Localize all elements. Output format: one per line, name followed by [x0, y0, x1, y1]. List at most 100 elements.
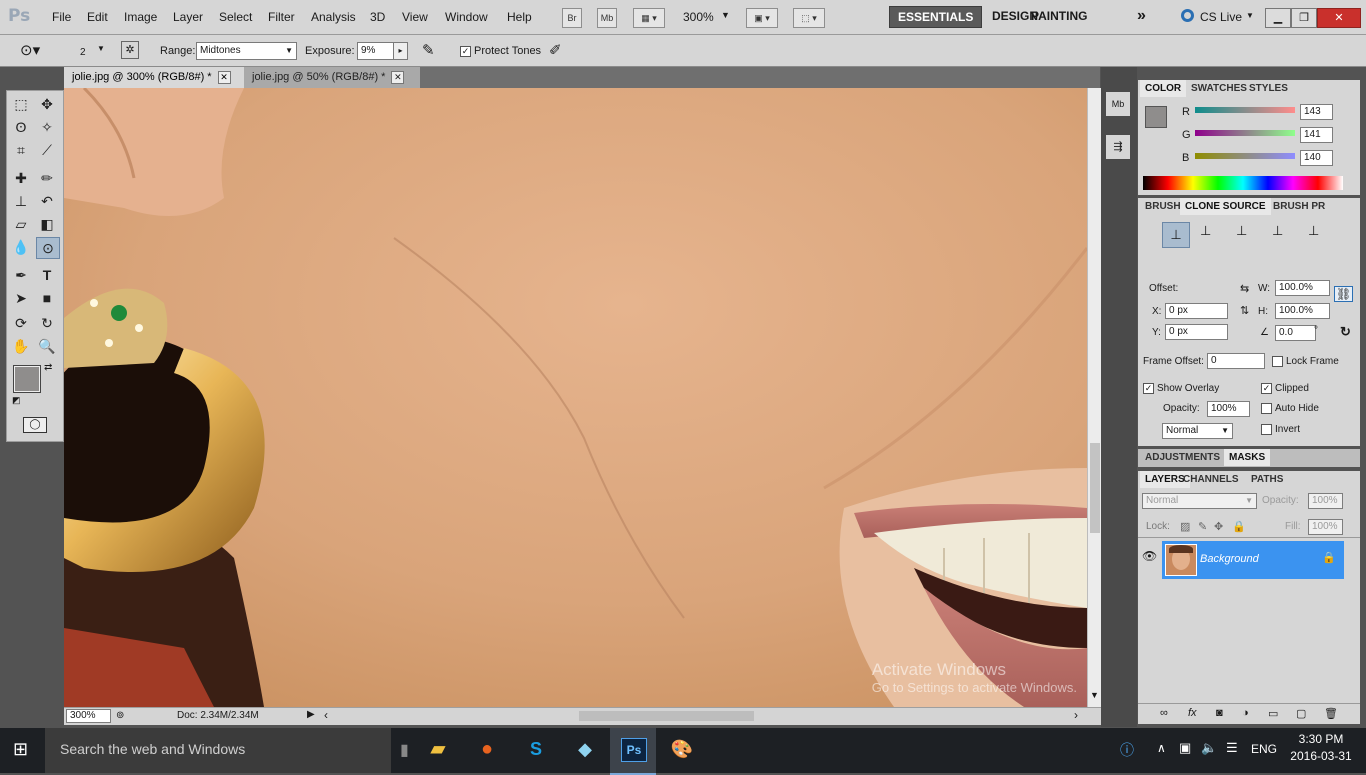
cs-live-button[interactable]: CS Live — [1200, 10, 1242, 24]
sponge-tool-preset-icon[interactable]: ⊙▾ — [20, 41, 40, 59]
crop-tool-icon[interactable]: ⌗ — [10, 140, 32, 160]
green-slider[interactable] — [1195, 130, 1295, 136]
clone-source-2-icon[interactable]: ⊥ — [1200, 223, 1211, 239]
color-foreground-swatch[interactable] — [1145, 106, 1167, 128]
3d-orbit-tool-icon[interactable]: ↻ — [36, 313, 58, 333]
protect-tones-checkbox[interactable]: ✓ Protect Tones — [460, 45, 541, 57]
menu-edit[interactable]: Edit — [87, 10, 108, 24]
eraser-tool-icon[interactable]: ▱ — [10, 214, 32, 234]
scroll-right-icon[interactable]: › — [1074, 708, 1078, 722]
path-selection-tool-icon[interactable]: ➤ — [10, 288, 32, 308]
quick-selection-tool-icon[interactable]: ✧ — [36, 117, 58, 137]
tab-jolie-50[interactable]: jolie.jpg @ 50% (RGB/8#) * ✕ — [244, 67, 420, 88]
tab-brush[interactable]: BRUSH — [1140, 198, 1186, 215]
blue-slider[interactable] — [1195, 153, 1295, 159]
clone-stamp-tool-icon[interactable]: ⊥ — [10, 191, 32, 211]
3d-rotate-tool-icon[interactable]: ⟳ — [10, 313, 32, 333]
tab-clone-source[interactable]: CLONE SOURCE — [1180, 198, 1271, 215]
red-slider[interactable] — [1195, 107, 1295, 113]
gradient-tool-icon[interactable]: ◧ — [36, 214, 58, 234]
brush-panel-icon[interactable]: ✲ — [121, 41, 139, 59]
menu-3d[interactable]: 3D — [370, 10, 385, 24]
lock-frame-checkbox[interactable]: Lock Frame — [1272, 356, 1339, 367]
menu-view[interactable]: View — [402, 10, 428, 24]
clone-source-5-icon[interactable]: ⊥ — [1308, 223, 1319, 239]
brush-size-value[interactable]: 2 — [80, 47, 86, 58]
zoom-tool-icon[interactable]: 🔍 — [36, 336, 58, 356]
show-hidden-icons-icon[interactable]: ∧ — [1157, 741, 1166, 755]
new-layer-icon[interactable]: ▢ — [1296, 707, 1306, 720]
tab-channels[interactable]: CHANNELS — [1178, 471, 1244, 488]
workspace-essentials[interactable]: ESSENTIALS — [889, 6, 983, 28]
lock-position-icon[interactable]: ✥ — [1214, 520, 1223, 533]
brush-picker-chevron-icon[interactable]: ▼ — [97, 44, 105, 53]
invert-checkbox[interactable]: Invert — [1261, 424, 1300, 435]
vertical-scroll-thumb[interactable] — [1090, 443, 1100, 533]
exposure-slider-button[interactable]: ▸ — [393, 42, 408, 60]
image-canvas[interactable]: Activate Windows Go to Settings to activ… — [64, 88, 1087, 707]
vertical-scrollbar[interactable]: ▼ — [1087, 88, 1102, 707]
history-panel-icon[interactable]: ⇶ — [1106, 135, 1130, 159]
close-tab-icon[interactable]: ✕ — [217, 71, 231, 84]
menu-layer[interactable]: Layer — [173, 10, 203, 24]
add-mask-icon[interactable]: ◙ — [1216, 707, 1223, 719]
pen-tool-icon[interactable]: ✒ — [10, 265, 32, 285]
ice-app-icon[interactable]: ◆ — [571, 730, 599, 768]
offset-x-input[interactable]: 0 px — [1165, 303, 1228, 319]
minimize-button[interactable]: ▁ — [1265, 8, 1291, 28]
tablet-pressure-icon[interactable]: ✐ — [549, 41, 562, 59]
view-extras-button[interactable]: ▦ ▾ — [633, 8, 665, 28]
auto-hide-checkbox[interactable]: Auto Hide — [1261, 403, 1319, 414]
taskbar-clock[interactable]: 3:30 PM 2016-03-31 — [1290, 732, 1352, 763]
more-workspaces-icon[interactable]: » — [1137, 7, 1146, 25]
zoom-level-field[interactable]: 300% — [66, 709, 111, 723]
airbrush-icon[interactable]: ✎ — [422, 41, 435, 59]
menu-select[interactable]: Select — [219, 10, 252, 24]
layer-visibility-eye-icon[interactable]: 👁 — [1142, 549, 1157, 563]
color-spectrum-ramp[interactable] — [1143, 176, 1343, 190]
menu-window[interactable]: Window — [445, 10, 488, 24]
zoom-level-dropdown[interactable]: 300% — [683, 10, 714, 24]
move-tool-icon[interactable]: ✥ — [36, 94, 58, 114]
clone-source-4-icon[interactable]: ⊥ — [1272, 223, 1283, 239]
scroll-left-icon[interactable]: ‹ — [324, 708, 328, 722]
clipped-checkbox[interactable]: ✓ Clipped — [1261, 383, 1309, 394]
history-brush-tool-icon[interactable]: ↶ — [36, 191, 58, 211]
type-tool-icon[interactable]: T — [36, 265, 58, 285]
horizontal-scroll-thumb[interactable] — [579, 711, 754, 721]
frame-offset-input[interactable]: 0 — [1207, 353, 1265, 369]
hand-tool-icon[interactable]: ✋ — [10, 336, 32, 356]
tab-styles[interactable]: STYLES — [1244, 80, 1293, 97]
network-icon[interactable]: ▣ — [1179, 740, 1191, 756]
default-colors-icon[interactable]: ◩ — [12, 395, 21, 406]
tab-adjustments[interactable]: ADJUSTMENTS — [1140, 449, 1225, 466]
adjustment-layer-icon[interactable]: ◑ — [1242, 707, 1249, 719]
marquee-tool-icon[interactable]: ⬚ — [10, 94, 32, 114]
quick-mask-icon[interactable]: ◯ — [23, 417, 47, 433]
foreground-color-swatch[interactable] — [14, 366, 40, 392]
menu-help[interactable]: Help — [507, 10, 532, 24]
width-scale-input[interactable]: 100.0% — [1275, 280, 1330, 296]
layer-blend-mode-dropdown[interactable]: Normal ▼ — [1142, 493, 1257, 509]
height-scale-input[interactable]: 100.0% — [1275, 303, 1330, 319]
task-view-icon[interactable]: ▮ — [400, 740, 409, 760]
action-center-icon[interactable]: ☰ — [1226, 740, 1238, 756]
scroll-down-icon[interactable]: ▼ — [1090, 690, 1099, 700]
skype-icon[interactable]: S — [522, 730, 550, 768]
clone-source-3-icon[interactable]: ⊥ — [1236, 223, 1247, 239]
status-info-icon[interactable]: ⊚ — [116, 710, 124, 721]
tab-jolie-300[interactable]: jolie.jpg @ 300% (RGB/8#) * ✕ — [64, 67, 248, 88]
rotation-angle-input[interactable]: 0.0 — [1275, 325, 1316, 341]
menu-filter[interactable]: Filter — [268, 10, 295, 24]
mini-bridge-panel-icon[interactable]: Mb — [1106, 92, 1130, 116]
flip-horizontal-icon[interactable]: ⇆ — [1240, 282, 1249, 295]
status-menu-arrow-icon[interactable]: ▶ — [307, 709, 315, 720]
file-explorer-icon[interactable]: ▰ — [424, 730, 452, 768]
arrange-documents-button[interactable]: ▣ ▾ — [746, 8, 778, 28]
mini-bridge-button[interactable]: Mb — [597, 8, 617, 28]
layer-style-icon[interactable]: fx — [1188, 707, 1197, 719]
tab-paths[interactable]: PATHS — [1246, 471, 1288, 488]
overlay-opacity-input[interactable]: 100% — [1207, 401, 1250, 417]
volume-icon[interactable]: 🔈 — [1201, 740, 1217, 756]
layer-opacity-input[interactable]: 100% — [1308, 493, 1343, 509]
